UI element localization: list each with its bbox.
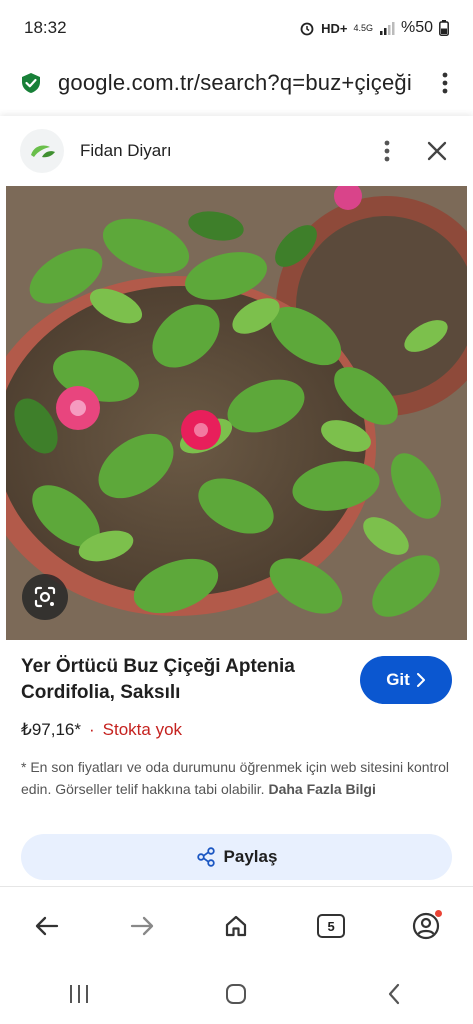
secure-shield-icon bbox=[22, 73, 40, 93]
tabs-button[interactable]: 5 bbox=[306, 901, 356, 951]
share-button[interactable]: Paylaş bbox=[21, 834, 452, 880]
recents-button[interactable] bbox=[54, 969, 104, 1019]
disclaimer-text: * En son fiyatları ve oda durumunu öğren… bbox=[21, 759, 449, 797]
stock-status: Stokta yok bbox=[102, 720, 183, 739]
plant-illustration bbox=[6, 186, 467, 640]
site-name[interactable]: Fidan Diyarı bbox=[80, 141, 353, 161]
lens-icon bbox=[34, 586, 56, 608]
site-logo[interactable] bbox=[20, 129, 64, 173]
alarm-icon bbox=[300, 22, 314, 36]
leaf-icon bbox=[31, 145, 55, 158]
home-button[interactable] bbox=[211, 901, 261, 951]
tab-count: 5 bbox=[317, 914, 346, 938]
lens-search-button[interactable] bbox=[22, 574, 68, 620]
home-icon bbox=[226, 915, 247, 937]
price-separator: · bbox=[88, 720, 95, 739]
system-home-button[interactable] bbox=[211, 969, 261, 1019]
sheet-more-icon[interactable] bbox=[371, 135, 403, 167]
more-info-link[interactable]: Daha Fazla Bilgi bbox=[268, 781, 375, 797]
forward-button[interactable] bbox=[117, 901, 167, 951]
arrow-left-icon bbox=[36, 916, 59, 936]
product-info: Yer Örtücü Buz Çiçeği Aptenia Cordifolia… bbox=[21, 654, 461, 800]
status-bar: 18:32 HD+ 4.5G %50 bbox=[0, 0, 473, 56]
status-icons: HD+ 4.5G %50 bbox=[299, 19, 449, 37]
notification-dot bbox=[434, 910, 442, 917]
price-row: ₺97,16* · Stokta yok bbox=[21, 720, 461, 740]
browser-bottom-nav: 5 bbox=[0, 886, 473, 965]
product-image[interactable] bbox=[6, 186, 467, 640]
system-back-button[interactable] bbox=[369, 969, 419, 1019]
browser-menu-icon[interactable] bbox=[433, 71, 457, 95]
product-title: Yer Örtücü Buz Çiçeği Aptenia Cordifolia… bbox=[21, 656, 295, 703]
go-button[interactable]: Git bbox=[360, 656, 452, 704]
chevron-right-icon bbox=[416, 673, 425, 687]
signal-icon bbox=[379, 22, 395, 35]
battery-level: %50 bbox=[400, 19, 433, 36]
share-icon bbox=[196, 847, 215, 867]
recents-icon bbox=[69, 985, 88, 1003]
back-button[interactable] bbox=[22, 901, 72, 951]
disclaimer: * En son fiyatları ve oda durumunu öğren… bbox=[21, 756, 453, 800]
system-nav bbox=[0, 964, 473, 1024]
arrow-right-icon bbox=[130, 916, 154, 936]
go-button-label: Git bbox=[386, 670, 410, 689]
net-type-label: 4.5G bbox=[353, 23, 373, 33]
network-label: HD+ bbox=[321, 20, 348, 36]
chevron-left-icon bbox=[389, 983, 400, 1005]
profile-button[interactable] bbox=[401, 901, 451, 951]
product-sheet: Fidan Diyarı Yer Örtücü Buz Çiçeği Apten… bbox=[0, 116, 473, 886]
sheet-header: Fidan Diyarı bbox=[0, 116, 473, 186]
price: ₺97,16* bbox=[21, 720, 81, 739]
share-label: Paylaş bbox=[223, 847, 278, 866]
url-bar[interactable]: google.com.tr/search?q=buz+çiçeği bbox=[0, 56, 473, 110]
close-icon[interactable] bbox=[421, 135, 453, 167]
url-text[interactable]: google.com.tr/search?q=buz+çiçeği bbox=[58, 70, 421, 96]
home-circle-icon bbox=[226, 984, 247, 1004]
battery-icon bbox=[439, 20, 449, 36]
status-time: 18:32 bbox=[24, 18, 67, 37]
